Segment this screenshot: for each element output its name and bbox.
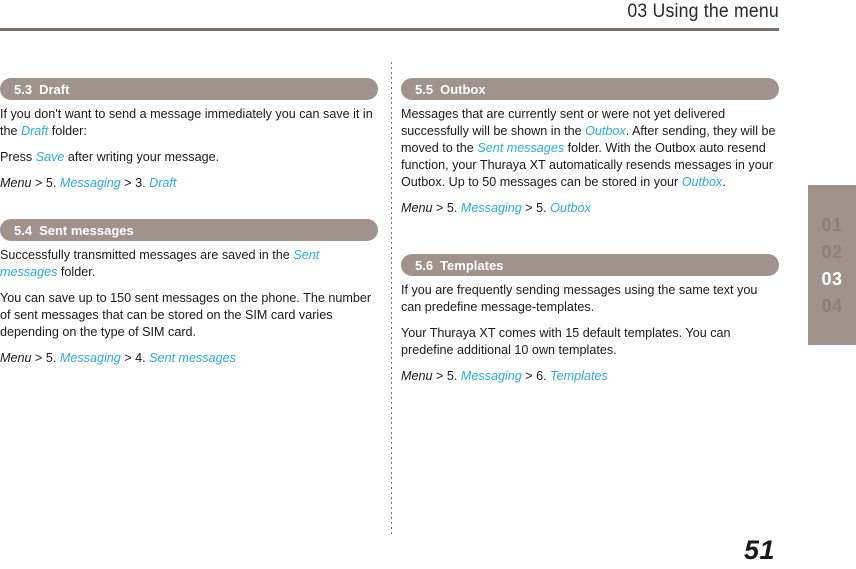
section-sent-messages: 5.4 Sent messages Successfully transmitt… (0, 219, 378, 367)
path-root: Menu (401, 369, 433, 383)
accent-term: Outbox (681, 175, 723, 189)
section-header-outbox: 5.5 Outbox (401, 78, 779, 100)
accent-term: Draft (21, 124, 49, 138)
page-number: 51 (744, 535, 776, 565)
text-run: folder: (48, 124, 87, 138)
chapter-tab-strip: 01 02 03 04 (808, 185, 856, 345)
section-title: Outbox (440, 81, 486, 97)
section-number: 5.6 (415, 257, 434, 273)
path-root: Menu (401, 201, 433, 215)
section-header-draft: 5.3 Draft (0, 78, 378, 100)
path-separator: > 5. (432, 369, 461, 383)
sent-messages-menu-path: Menu > 5. Messaging > 4. Sent messages (0, 350, 378, 367)
outbox-menu-path: Menu > 5. Messaging > 5. Outbox (401, 200, 779, 217)
path-root: Menu (0, 351, 32, 365)
templates-menu-path: Menu > 5. Messaging > 6. Templates (401, 368, 779, 385)
outbox-paragraph-1: Messages that are currently sent or were… (401, 106, 779, 191)
path-separator: > 5. (432, 201, 461, 215)
path-item: Outbox (550, 201, 591, 215)
path-root: Menu (0, 176, 32, 190)
chapter-tab-04[interactable]: 04 (821, 297, 842, 315)
header-rule (0, 28, 779, 31)
sent-messages-paragraph-1: Successfully transmitted messages are sa… (0, 247, 378, 281)
section-outbox: 5.5 Outbox Messages that are currently s… (401, 78, 779, 217)
accent-term: Sent messages (477, 141, 565, 155)
chapter-tab-01[interactable]: 01 (821, 216, 842, 234)
section-draft: 5.3 Draft If you don't want to send a me… (0, 78, 378, 192)
templates-paragraph-2: Your Thuraya XT comes with 15 default te… (401, 326, 731, 357)
right-column: 5.5 Outbox Messages that are currently s… (401, 78, 779, 385)
draft-menu-path: Menu > 5. Messaging > 3. Draft (0, 175, 378, 192)
path-item: Sent messages (149, 351, 236, 365)
accent-term: Outbox (585, 124, 626, 138)
path-item: Templates (550, 369, 608, 383)
section-number: 5.3 (14, 81, 33, 97)
section-title: Templates (440, 257, 504, 273)
text-run: after writing your message. (64, 150, 220, 164)
left-column: 5.3 Draft If you don't want to send a me… (0, 78, 378, 367)
chapter-tab-02[interactable]: 02 (821, 243, 842, 261)
page-header: 03 Using the menu (0, 0, 779, 31)
path-separator: > 5. (31, 351, 60, 365)
draft-paragraph-1: If you don't want to send a message imme… (0, 106, 378, 140)
sent-messages-paragraph-2: You can save up to 150 sent messages on … (0, 291, 372, 339)
path-separator: > 5. (521, 201, 551, 215)
path-item: Messaging (460, 369, 522, 383)
path-separator: > 4. (120, 351, 150, 365)
path-separator: > 6. (521, 369, 551, 383)
chapter-tab-03[interactable]: 03 (821, 270, 842, 288)
section-header-sent-messages: 5.4 Sent messages (0, 219, 378, 241)
column-divider (391, 62, 392, 536)
section-title: Sent messages (39, 222, 134, 238)
accent-term: Save (35, 150, 65, 164)
draft-paragraph-2: Press Save after writing your message. (0, 149, 378, 166)
text-run: Press (0, 150, 36, 164)
section-number: 5.4 (14, 222, 33, 238)
path-item: Messaging (59, 351, 121, 365)
section-number: 5.5 (415, 81, 434, 97)
section-title: Draft (39, 81, 70, 97)
path-separator: > 5. (31, 176, 60, 190)
text-run: folder. (57, 265, 96, 279)
text-run: . (722, 175, 726, 189)
templates-paragraph-1: If you are frequently sending messages u… (401, 283, 758, 314)
path-item: Messaging (59, 176, 121, 190)
section-templates: 5.6 Templates If you are frequently send… (401, 254, 779, 385)
path-item: Draft (149, 176, 177, 190)
section-header-templates: 5.6 Templates (401, 254, 779, 276)
text-run: Successfully transmitted messages are sa… (0, 248, 294, 262)
path-item: Messaging (460, 201, 522, 215)
path-separator: > 3. (120, 176, 150, 190)
page-title: 03 Using the menu (627, 1, 779, 22)
